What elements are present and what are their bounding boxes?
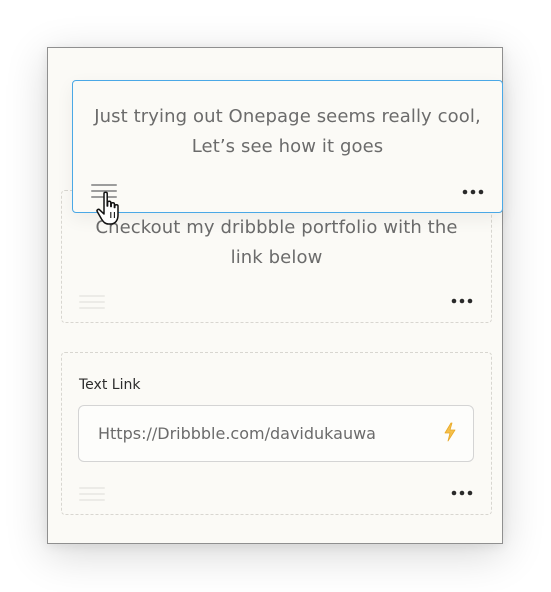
hand-cursor-icon: [94, 190, 128, 234]
link-field-label: Text Link: [79, 377, 141, 393]
dragging-text-block-card[interactable]: Just trying out Onepage seems really coo…: [72, 80, 503, 213]
stage: Checkout my dribbble portfolio with the …: [0, 0, 551, 592]
more-dots-icon[interactable]: [451, 298, 473, 304]
link-url-value: Https://Dribbble.com/davidukauwa: [98, 424, 376, 443]
link-block-card[interactable]: Text Link Https://Dribbble.com/davidukau…: [61, 352, 492, 515]
link-url-input[interactable]: Https://Dribbble.com/davidukauwa: [78, 405, 474, 462]
drag-handle-icon[interactable]: [79, 487, 105, 503]
text-block-content: Just trying out Onepage seems really coo…: [94, 106, 481, 157]
more-dots-icon[interactable]: [462, 189, 484, 195]
lightning-bolt-icon[interactable]: [443, 422, 457, 446]
drag-handle-icon[interactable]: [79, 295, 105, 311]
more-dots-icon[interactable]: [451, 490, 473, 496]
